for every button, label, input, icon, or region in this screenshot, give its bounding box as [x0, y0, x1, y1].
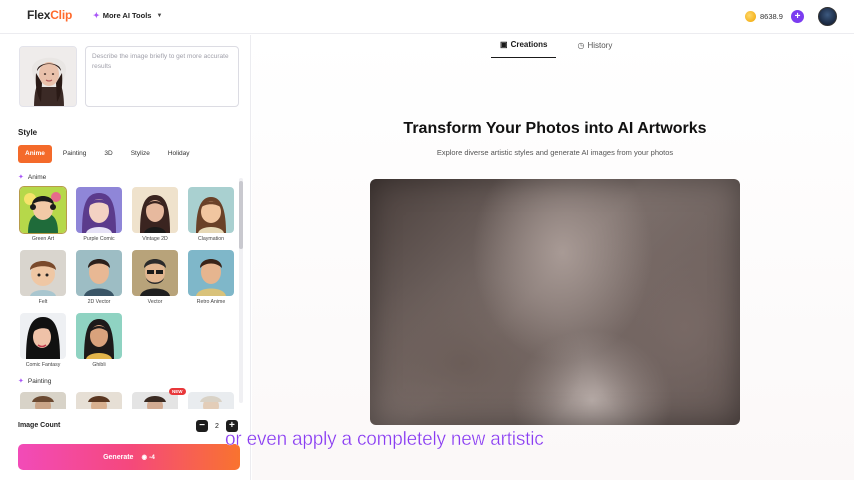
style-card-felt[interactable]: Felt [20, 250, 66, 305]
style-card-label: Felt [38, 299, 48, 305]
generate-label: Generate [103, 453, 134, 461]
style-card-label: Vector [147, 299, 163, 305]
green-art-thumbnail [19, 186, 67, 234]
claymation-thumbnail [188, 187, 234, 233]
page-subtitle: Explore diverse artistic styles and gene… [436, 148, 674, 157]
portrait-photo-image [20, 47, 76, 106]
anime-section-label: Anime [27, 173, 47, 181]
tab-holiday[interactable]: Holiday [161, 145, 197, 163]
anime-section-heading: ✦ Anime [18, 173, 47, 182]
tab-history[interactable]: ◷ History [568, 40, 621, 58]
style-card-purple-comic[interactable]: Purple Comic [76, 187, 122, 242]
chevron-down-icon: ▼ [156, 12, 163, 19]
generate-button[interactable]: Generate ◉ -4 [18, 444, 240, 470]
decrease-count-button[interactable]: − [196, 420, 208, 432]
credits-display[interactable]: 8638.9 [745, 11, 783, 22]
style-card-label: Vintage 2D [142, 236, 168, 242]
style-card-vector[interactable]: Vector [132, 250, 178, 305]
image-count-label: Image Count [18, 422, 61, 429]
add-credits-button[interactable]: + [791, 10, 804, 23]
generate-cost-value: -4 [149, 453, 155, 461]
style-panel: Describe the image briefly to get more a… [0, 35, 251, 480]
video-caption: or even apply a completely new artistic [225, 429, 544, 450]
style-card-2d-vector[interactable]: 2D Vector [76, 250, 122, 305]
style-category-tabs: Anime Painting 3D Stylize Holiday [18, 145, 197, 163]
flexclip-logo[interactable]: FlexClip [27, 8, 72, 22]
sparkle-icon: ✦ [93, 11, 100, 20]
painting-section-label: Painting [27, 377, 52, 385]
coin-icon [745, 11, 756, 22]
tab-stylize[interactable]: Stylize [124, 145, 157, 163]
2d-vector-thumbnail [76, 250, 122, 296]
new-badge: NEW [169, 388, 186, 395]
style-list-scroll-thumb[interactable] [239, 181, 243, 249]
tab-history-label: History [587, 40, 613, 50]
tab-creations[interactable]: ▣ Creations [491, 40, 557, 58]
user-avatar[interactable] [818, 7, 837, 26]
page-title: Transform Your Photos into AI Artworks [403, 120, 707, 137]
more-ai-tools-menu[interactable]: ✦ More AI Tools ▼ [93, 11, 162, 20]
painting-style-card[interactable] [20, 392, 66, 409]
logo-text-flex: Flex [27, 8, 51, 22]
uploaded-photo-thumbnail[interactable] [19, 46, 77, 107]
credit-icon: ◉ [141, 454, 148, 461]
tab-painting[interactable]: Painting [56, 145, 94, 163]
vector-thumbnail [132, 250, 178, 296]
sparkle-icon: ✦ [18, 174, 24, 181]
tab-anime[interactable]: Anime [18, 145, 52, 163]
retro-anime-thumbnail [188, 250, 234, 296]
more-ai-tools-label: More AI Tools [102, 11, 152, 20]
style-heading: Style [18, 128, 38, 137]
result-preview-image[interactable] [370, 179, 740, 425]
logo-text-clip: Clip [50, 8, 73, 22]
style-card-green-art[interactable]: Green Art [19, 186, 67, 242]
style-card-label: Comic Fantasy [25, 362, 61, 368]
style-card-vintage-2d[interactable]: Vintage 2D [132, 187, 178, 242]
tab-3d[interactable]: 3D [97, 145, 119, 163]
tab-creations-label: Creations [510, 40, 548, 49]
style-card-comic-fantasy[interactable]: Comic Fantasy [20, 313, 66, 368]
comic-fantasy-thumbnail [20, 313, 66, 359]
style-card-label: Purple Comic [83, 236, 115, 242]
painting-style-card[interactable] [188, 392, 234, 409]
style-card-retro-anime[interactable]: Retro Anime [188, 250, 234, 305]
style-card-ghibli[interactable]: Ghibli [76, 313, 122, 368]
ghibli-thumbnail [76, 313, 122, 359]
style-card-label: Claymation [198, 236, 224, 242]
credits-value: 8638.9 [760, 12, 783, 21]
style-card-label: Ghibli [92, 362, 106, 368]
sparkle-icon: ✦ [18, 378, 24, 385]
generate-cost: ◉ -4 [141, 453, 155, 462]
vintage-2d-thumbnail [132, 187, 178, 233]
top-bar: FlexClip ✦ More AI Tools ▼ 8638.9 + [0, 0, 854, 34]
painting-style-card[interactable] [76, 392, 122, 409]
image-icon: ▣ [500, 40, 508, 49]
image-count-value: 2 [215, 422, 219, 430]
style-card-claymation[interactable]: Claymation [188, 187, 234, 242]
results-panel: ▣ Creations ◷ History Transform Your Pho… [252, 35, 854, 480]
style-card-label: 2D Vector [87, 299, 111, 305]
felt-thumbnail [20, 250, 66, 296]
image-description-input[interactable]: Describe the image briefly to get more a… [85, 46, 239, 107]
purple-comic-thumbnail [76, 187, 122, 233]
painting-section-heading: ✦ Painting [18, 377, 52, 386]
results-tabs: ▣ Creations ◷ History [491, 40, 621, 58]
clock-icon: ◷ [577, 40, 585, 50]
style-card-label: Green Art [31, 236, 55, 242]
style-card-label: Retro Anime [196, 299, 226, 305]
